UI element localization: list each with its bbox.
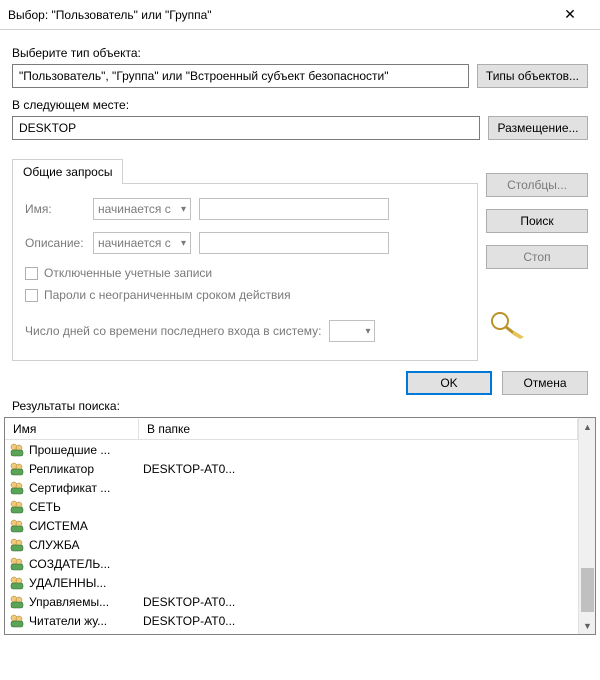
table-row[interactable]: РепликаторDESKTOP-AT0... — [5, 459, 578, 478]
result-name: Читатели жу... — [29, 614, 143, 628]
name-match-value: начинается с — [98, 202, 171, 216]
results-header: Имя В папке — [5, 418, 578, 440]
table-row[interactable]: Прошедшие ... — [5, 440, 578, 459]
location-value: DESKTOP — [19, 121, 76, 135]
group-icon — [9, 556, 25, 572]
scroll-down-icon[interactable]: ▼ — [579, 617, 596, 634]
result-name: СИСТЕМА — [29, 519, 143, 533]
result-folder: DESKTOP-AT0... — [143, 614, 235, 628]
stop-button[interactable]: Стоп — [486, 245, 588, 269]
columns-button[interactable]: Столбцы... — [486, 173, 588, 197]
chevron-down-icon: ▾ — [365, 326, 370, 337]
table-row[interactable]: СОЗДАТЕЛЬ... — [5, 554, 578, 573]
group-icon — [9, 480, 25, 496]
window-title: Выбор: "Пользователь" или "Группа" — [8, 8, 548, 22]
object-types-button[interactable]: Типы объектов... — [477, 64, 588, 88]
locations-button[interactable]: Размещение... — [488, 116, 588, 140]
side-buttons: Столбцы... Поиск Стоп — [486, 173, 588, 339]
location-label: В следующем месте: — [12, 98, 588, 112]
description-match-combo[interactable]: начинается с ▾ — [93, 232, 191, 254]
tab-panel-common: Имя: начинается с ▾ Описание: начинается… — [12, 183, 478, 361]
days-since-logon-combo[interactable]: ▾ — [329, 320, 375, 342]
checkbox-nonexpiring-passwords-label: Пароли с неограниченным сроком действия — [44, 288, 291, 302]
cancel-button[interactable]: Отмена — [502, 371, 588, 395]
group-icon — [9, 518, 25, 534]
table-row[interactable]: Сертификат ... — [5, 478, 578, 497]
table-row[interactable]: СЕТЬ — [5, 497, 578, 516]
group-icon — [9, 442, 25, 458]
location-field: DESKTOP — [12, 116, 480, 140]
search-icon — [486, 309, 588, 339]
titlebar: Выбор: "Пользователь" или "Группа" ✕ — [0, 0, 600, 30]
group-icon — [9, 461, 25, 477]
dialog-buttons: OK Отмена — [0, 361, 600, 399]
table-row[interactable]: Читатели жу...DESKTOP-AT0... — [5, 611, 578, 630]
result-name: УДАЛЕННЫ... — [29, 576, 143, 590]
result-name: СЕТЬ — [29, 500, 143, 514]
tabs: Общие запросы — [12, 158, 478, 183]
object-type-label: Выберите тип объекта: — [12, 46, 588, 60]
result-name: Сертификат ... — [29, 481, 143, 495]
chevron-down-icon: ▾ — [181, 204, 186, 215]
object-type-field: "Пользователь", "Группа" или "Встроенный… — [12, 64, 469, 88]
result-name: Прошедшие ... — [29, 443, 143, 457]
group-icon — [9, 499, 25, 515]
scroll-thumb[interactable] — [581, 568, 594, 612]
name-input[interactable] — [199, 198, 389, 220]
checkbox-disabled-accounts[interactable] — [25, 267, 38, 280]
group-icon — [9, 537, 25, 553]
result-folder: DESKTOP-AT0... — [143, 595, 235, 609]
result-name: Репликатор — [29, 462, 143, 476]
result-name: Управляемы... — [29, 595, 143, 609]
column-header-name[interactable]: Имя — [5, 419, 139, 439]
result-name: СОЗДАТЕЛЬ... — [29, 557, 143, 571]
chevron-down-icon: ▾ — [181, 238, 186, 249]
group-icon — [9, 594, 25, 610]
table-row[interactable]: УДАЛЕННЫ... — [5, 573, 578, 592]
close-icon[interactable]: ✕ — [548, 6, 592, 23]
object-type-value: "Пользователь", "Группа" или "Встроенный… — [19, 69, 389, 83]
group-icon — [9, 613, 25, 629]
checkbox-disabled-accounts-label: Отключенные учетные записи — [44, 266, 212, 280]
results-label: Результаты поиска: — [0, 399, 600, 417]
description-input[interactable] — [199, 232, 389, 254]
scroll-up-icon[interactable]: ▲ — [579, 418, 596, 435]
tab-common-queries[interactable]: Общие запросы — [12, 159, 123, 184]
scrollbar[interactable]: ▲ ▼ — [578, 418, 595, 634]
table-row[interactable]: Управляемы...DESKTOP-AT0... — [5, 592, 578, 611]
dialog-content: Выберите тип объекта: "Пользователь", "Г… — [0, 30, 600, 361]
table-row[interactable]: СЛУЖБА — [5, 535, 578, 554]
result-folder: DESKTOP-AT0... — [143, 462, 235, 476]
description-match-value: начинается с — [98, 236, 171, 250]
result-name: СЛУЖБА — [29, 538, 143, 552]
group-icon — [9, 575, 25, 591]
find-now-button[interactable]: Поиск — [486, 209, 588, 233]
days-since-logon-label: Число дней со времени последнего входа в… — [25, 324, 321, 338]
column-header-folder[interactable]: В папке — [139, 419, 578, 439]
checkbox-nonexpiring-passwords[interactable] — [25, 289, 38, 302]
ok-button[interactable]: OK — [406, 371, 492, 395]
description-label: Описание: — [25, 236, 85, 250]
results-list: Имя В папке Прошедшие ...РепликаторDESKT… — [4, 417, 596, 635]
table-row[interactable]: СИСТЕМА — [5, 516, 578, 535]
name-match-combo[interactable]: начинается с ▾ — [93, 198, 191, 220]
name-label: Имя: — [25, 202, 85, 216]
